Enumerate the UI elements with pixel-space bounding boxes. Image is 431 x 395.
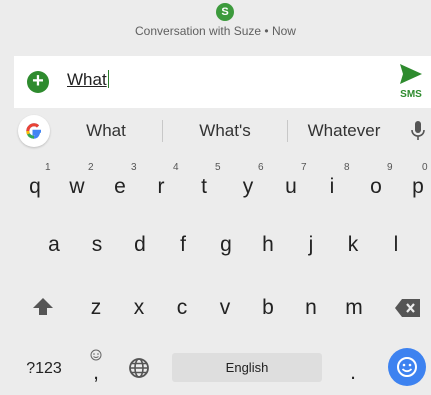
suggestion-3[interactable]: Whatever xyxy=(296,121,392,141)
key-c[interactable]: c xyxy=(169,293,195,323)
send-label: SMS xyxy=(400,89,422,100)
key-i-hint: 8 xyxy=(344,162,350,173)
key-a[interactable]: a xyxy=(41,230,67,260)
suggestion-strip: What What's Whatever xyxy=(0,110,431,152)
key-w[interactable]: w xyxy=(64,172,90,202)
key-l[interactable]: l xyxy=(383,230,409,260)
google-icon xyxy=(26,123,41,139)
key-d[interactable]: d xyxy=(127,230,153,260)
emoji-button[interactable] xyxy=(388,348,426,386)
message-text: What xyxy=(67,70,107,89)
suggestion-2[interactable]: What's xyxy=(182,121,268,141)
symbols-key[interactable]: ?123 xyxy=(22,354,66,384)
key-j[interactable]: j xyxy=(298,230,324,260)
key-t[interactable]: t xyxy=(193,172,215,202)
send-icon xyxy=(400,64,422,84)
key-h[interactable]: h xyxy=(255,230,281,260)
key-q[interactable]: q xyxy=(23,172,47,202)
shift-icon[interactable] xyxy=(31,295,55,319)
key-p-hint: 0 xyxy=(422,162,428,173)
key-g[interactable]: g xyxy=(213,230,239,260)
microphone-icon[interactable] xyxy=(410,120,426,142)
google-button[interactable] xyxy=(18,115,50,147)
key-e-hint: 3 xyxy=(131,162,137,173)
conversation-header: S Conversation with Suze • Now xyxy=(0,0,431,56)
add-attachment-button[interactable]: + xyxy=(27,71,49,93)
suggestion-divider xyxy=(287,120,288,142)
key-v[interactable]: v xyxy=(212,293,238,323)
key-e[interactable]: e xyxy=(108,172,132,202)
keyboard: What What's Whatever q 1 w 2 e 3 r 4 t 5… xyxy=(0,110,431,395)
compose-bar: + What SMS xyxy=(14,56,431,108)
key-f[interactable]: f xyxy=(170,230,196,260)
key-r[interactable]: r xyxy=(151,172,171,202)
key-period[interactable]: . xyxy=(345,358,361,388)
key-z[interactable]: z xyxy=(83,293,109,323)
key-comma[interactable]: , xyxy=(86,358,106,388)
globe-icon[interactable] xyxy=(128,357,150,379)
key-w-hint: 2 xyxy=(88,162,94,173)
key-y-hint: 6 xyxy=(258,162,264,173)
key-o-hint: 9 xyxy=(387,162,393,173)
key-q-hint: 1 xyxy=(45,162,51,173)
key-k[interactable]: k xyxy=(340,230,366,260)
key-u-hint: 7 xyxy=(301,162,307,173)
key-b[interactable]: b xyxy=(255,293,281,323)
message-input[interactable]: What xyxy=(67,70,109,90)
send-sms-button[interactable]: SMS xyxy=(394,63,428,103)
key-p[interactable]: p xyxy=(406,172,430,202)
key-s[interactable]: s xyxy=(84,230,110,260)
suggestion-divider xyxy=(162,120,163,142)
key-u[interactable]: u xyxy=(279,172,303,202)
key-o[interactable]: o xyxy=(364,172,388,202)
emoji-icon xyxy=(397,357,417,377)
key-n[interactable]: n xyxy=(298,293,324,323)
contact-avatar[interactable]: S xyxy=(216,3,234,21)
key-y[interactable]: y xyxy=(236,172,260,202)
key-r-hint: 4 xyxy=(173,162,179,173)
suggestion-1[interactable]: What xyxy=(64,121,148,141)
space-bar[interactable]: English xyxy=(172,353,322,382)
backspace-icon[interactable] xyxy=(394,298,422,318)
conversation-title: Conversation with Suze • Now xyxy=(135,24,296,38)
key-x[interactable]: x xyxy=(126,293,152,323)
key-t-hint: 5 xyxy=(215,162,221,173)
text-caret xyxy=(107,70,109,88)
key-i[interactable]: i xyxy=(322,172,342,202)
key-m[interactable]: m xyxy=(339,293,369,323)
